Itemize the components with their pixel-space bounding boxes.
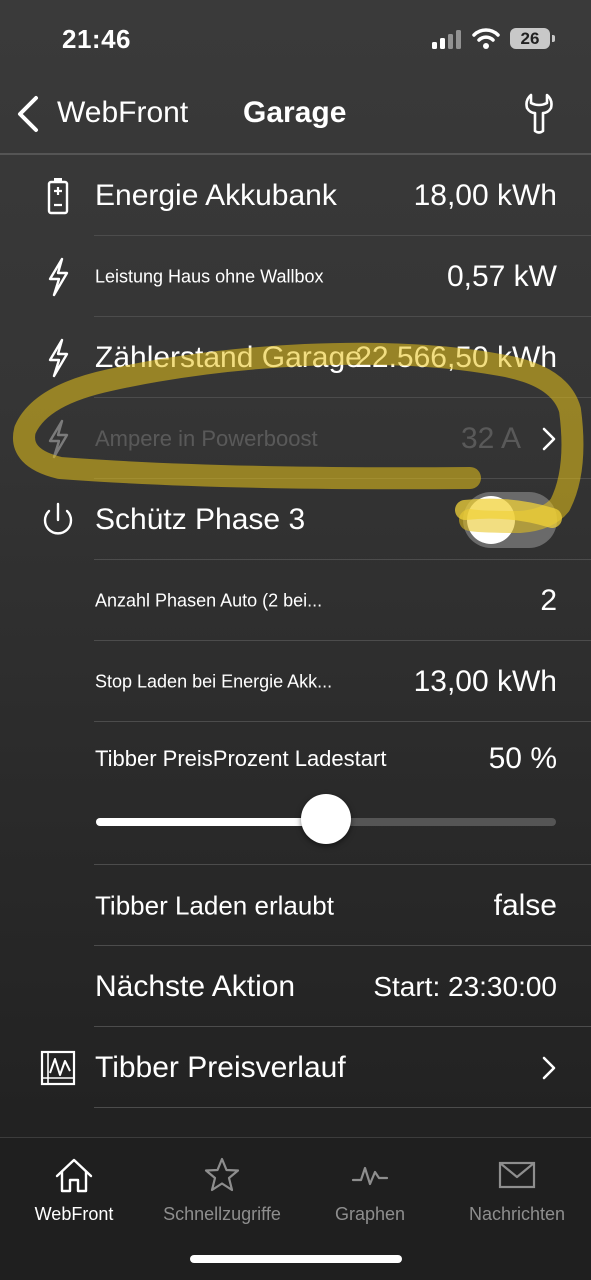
tab-schnellzugriffe[interactable]: Schnellzugriffe xyxy=(148,1138,296,1238)
row-label: Zählerstand Garage xyxy=(95,340,362,374)
row-ampere-powerboost[interactable]: Ampere in Powerboost 32 A xyxy=(0,398,591,479)
row-divider xyxy=(94,1107,591,1108)
chevron-right-icon[interactable] xyxy=(541,1055,557,1081)
row-label: Anzahl Phasen Auto (2 bei... xyxy=(95,590,323,610)
tab-label: WebFront xyxy=(34,1204,114,1224)
row-anzahl-phasen[interactable]: Anzahl Phasen Auto (2 bei... 2 xyxy=(0,560,591,641)
row-value: 18,00 kWh xyxy=(413,178,557,212)
page-title: Garage xyxy=(243,96,347,129)
home-icon xyxy=(55,1158,93,1193)
lightning-icon xyxy=(48,419,69,459)
row-value: 22.566,50 kWh xyxy=(355,340,557,374)
lightning-icon xyxy=(48,338,69,378)
row-value: false xyxy=(493,888,557,922)
battery-indicator: 26 xyxy=(510,28,555,49)
nav-bar: WebFront Garage xyxy=(0,78,591,154)
back-button[interactable]: WebFront xyxy=(57,96,188,130)
row-label: Tibber PreisProzent Ladestart xyxy=(95,746,387,771)
preisprozent-slider[interactable] xyxy=(96,794,556,844)
wrench-icon[interactable] xyxy=(520,92,558,134)
row-zaehlerstand-garage: Zählerstand Garage 22.566,50 kWh xyxy=(0,317,591,398)
row-value: 0,57 kW xyxy=(446,259,557,293)
status-bar: 21:46 26 xyxy=(0,0,591,78)
row-naechste-aktion: Nächste Aktion Start: 23:30:00 xyxy=(0,946,591,1027)
tab-label: Nachrichten xyxy=(468,1204,566,1224)
graph-icon xyxy=(351,1166,389,1186)
home-indicator xyxy=(190,1255,402,1263)
row-label: Ampere in Powerboost xyxy=(95,425,318,451)
tab-webfront[interactable]: WebFront xyxy=(0,1138,148,1238)
row-tibber-preisprozent: Tibber PreisProzent Ladestart 50 % xyxy=(0,722,591,865)
row-value: Start: 23:30:00 xyxy=(373,970,557,1002)
row-label: Energie Akkubank xyxy=(95,178,337,212)
row-value: 13,00 kWh xyxy=(413,664,557,698)
mail-icon xyxy=(498,1161,536,1189)
row-label: Tibber Preisverlauf xyxy=(95,1050,346,1084)
row-label: Schütz Phase 3 xyxy=(95,502,306,536)
tab-nachrichten[interactable]: Nachrichten xyxy=(443,1138,591,1238)
schuetz-toggle[interactable] xyxy=(463,492,557,548)
back-chevron-icon[interactable] xyxy=(14,94,42,134)
star-icon xyxy=(204,1157,240,1192)
row-energie-akkubank: Energie Akkubank 18,00 kWh xyxy=(0,155,591,236)
battery-icon xyxy=(47,178,69,215)
row-label: Leistung Haus ohne Wallbox xyxy=(95,266,324,286)
tab-label: Schnellzugriffe xyxy=(163,1204,281,1224)
row-schuetz-phase-3: Schütz Phase 3 xyxy=(0,479,591,560)
lightning-icon xyxy=(48,257,69,297)
status-time: 21:46 xyxy=(62,24,131,54)
chart-icon xyxy=(40,1050,76,1086)
row-label: Stop Laden bei Energie Akk... xyxy=(95,671,333,691)
cellular-signal-icon xyxy=(432,29,462,49)
slider-fill xyxy=(96,818,326,826)
row-label: Nächste Aktion xyxy=(95,969,296,1003)
row-value: 2 xyxy=(540,583,557,617)
tab-label: Graphen xyxy=(334,1204,406,1224)
chevron-right-icon[interactable] xyxy=(541,426,557,452)
row-tibber-preisverlauf[interactable]: Tibber Preisverlauf xyxy=(0,1027,591,1108)
row-leistung-haus: Leistung Haus ohne Wallbox 0,57 kW xyxy=(0,236,591,317)
row-label: Tibber Laden erlaubt xyxy=(95,890,334,920)
row-stop-laden[interactable]: Stop Laden bei Energie Akk... 13,00 kWh xyxy=(0,641,591,722)
power-icon xyxy=(43,502,73,535)
toggle-knob xyxy=(467,496,515,544)
wifi-icon xyxy=(472,28,500,49)
row-value: 50 % xyxy=(488,742,557,775)
slider-knob[interactable] xyxy=(301,794,351,844)
row-value: 32 A xyxy=(460,421,521,455)
row-tibber-laden-erlaubt: Tibber Laden erlaubt false xyxy=(0,865,591,946)
tab-graphen[interactable]: Graphen xyxy=(296,1138,444,1238)
